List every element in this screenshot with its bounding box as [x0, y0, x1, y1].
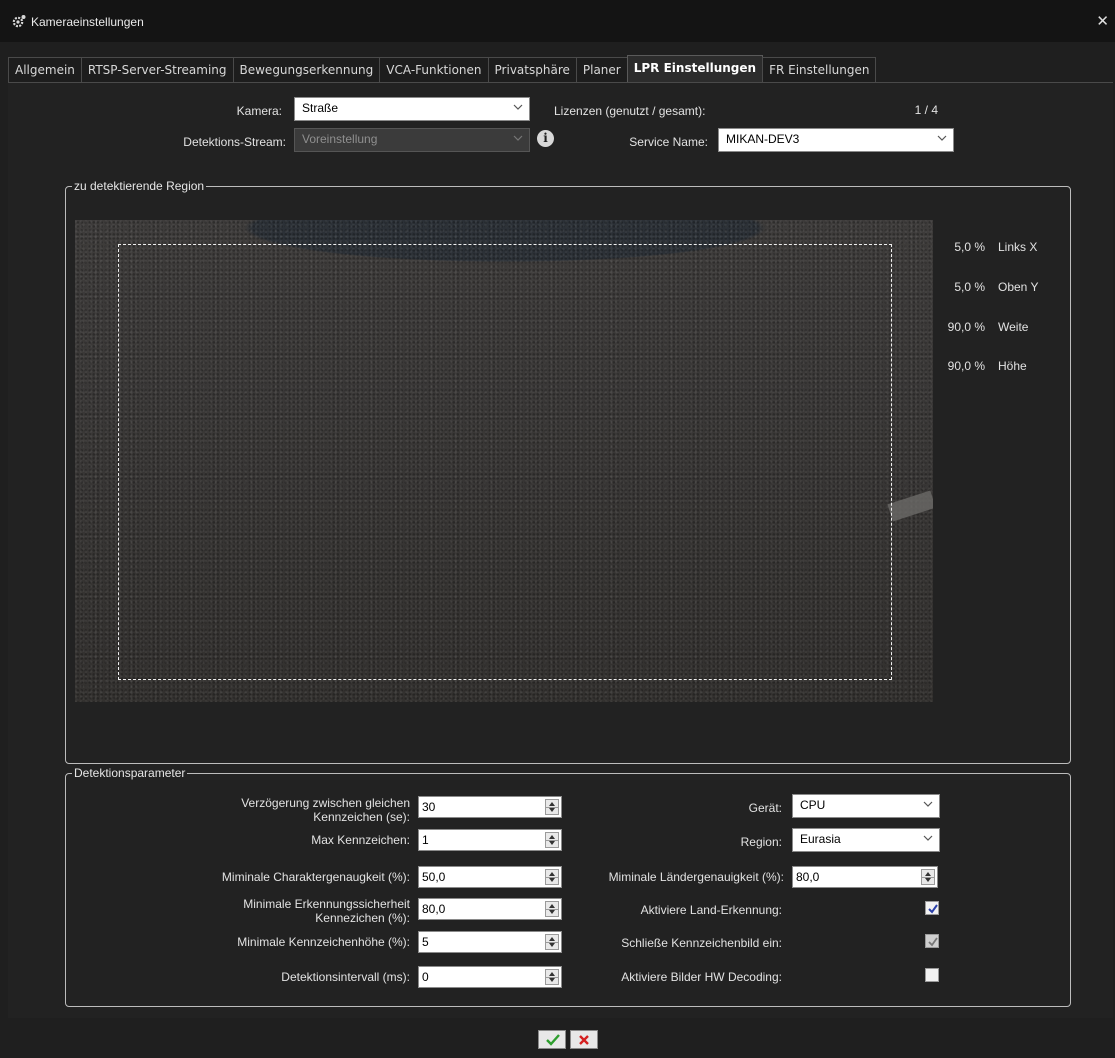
- roi-height-value: 90,0 %: [947, 359, 985, 373]
- camera-select[interactable]: Straße: [294, 97, 530, 121]
- title-bar: Kameraeinstellungen ✕: [0, 0, 1115, 42]
- max-plates-label: Max Kennzeichen:: [311, 833, 410, 847]
- spin-arrows-icon[interactable]: [545, 969, 559, 985]
- chevron-down-icon: [923, 833, 933, 843]
- include-plate-image-checkbox: [925, 934, 939, 948]
- tab-lpr-einstellungen[interactable]: LPR Einstellungen: [626, 55, 764, 83]
- spin-arrows-icon[interactable]: [545, 934, 559, 950]
- service-name-select[interactable]: MIKAN-DEV3: [718, 128, 954, 152]
- delay-label: Verzögerung zwischen gleichen Kennzeichen…: [241, 796, 410, 824]
- detection-stream-label: Detektions-Stream:: [183, 135, 286, 149]
- enable-hw-decoding-label: Aktiviere Bilder HW Decoding:: [621, 970, 782, 984]
- roi-top-y-label: Oben Y: [998, 280, 1039, 294]
- detection-interval-label: Detektionsintervall (ms):: [281, 970, 410, 984]
- chevron-down-icon: [513, 102, 523, 112]
- spin-arrows-icon[interactable]: [545, 869, 559, 885]
- gear-camera-icon: [12, 14, 26, 28]
- detection-interval-spinbox[interactable]: 0: [418, 966, 562, 988]
- chevron-down-icon: [937, 133, 947, 143]
- min-char-accuracy-spinbox[interactable]: 50,0: [418, 866, 562, 888]
- delay-value: 30: [422, 800, 436, 814]
- chevron-down-icon: [923, 799, 933, 809]
- detection-params-group-title: Detektionsparameter: [72, 766, 188, 780]
- device-select[interactable]: CPU: [792, 794, 940, 818]
- roi-width-value: 90,0 %: [947, 320, 985, 334]
- chevron-down-icon: [513, 133, 523, 143]
- check-icon: [546, 1034, 560, 1046]
- min-country-accuracy-spinbox[interactable]: 80,0: [792, 866, 938, 888]
- licenses-value: 1 / 4: [914, 103, 938, 117]
- cancel-button[interactable]: [570, 1030, 598, 1049]
- min-plate-height-value: 5: [422, 935, 429, 949]
- min-country-accuracy-value: 80,0: [796, 870, 820, 884]
- region-group-title: zu detektierende Region: [72, 179, 207, 193]
- info-icon[interactable]: i: [537, 130, 554, 147]
- min-plate-height-label: Minimale Kennzeichenhöhe (%):: [237, 935, 410, 949]
- detection-stream-value: Voreinstellung: [302, 132, 378, 146]
- ok-button[interactable]: [538, 1030, 566, 1049]
- min-plate-height-spinbox[interactable]: 5: [418, 931, 562, 953]
- enable-country-detection-checkbox[interactable]: [925, 901, 939, 915]
- tab-privatsphaere[interactable]: Privatsphäre: [487, 57, 577, 83]
- detection-region-rectangle[interactable]: [118, 244, 892, 680]
- max-plates-value: 1: [422, 833, 429, 847]
- region-label: Region:: [740, 835, 782, 849]
- min-confidence-value: 80,0: [422, 902, 446, 916]
- spin-arrows-icon[interactable]: [545, 901, 559, 917]
- device-value: CPU: [800, 798, 826, 812]
- camera-label: Kamera:: [236, 104, 282, 118]
- delay-spinbox[interactable]: 30: [418, 796, 562, 818]
- spin-arrows-icon[interactable]: [545, 799, 559, 815]
- spin-arrows-icon[interactable]: [545, 832, 559, 848]
- tab-bar: Allgemein RTSP-Server-Streaming Bewegung…: [8, 55, 877, 83]
- window-title: Kameraeinstellungen: [31, 15, 144, 29]
- device-label: Gerät:: [748, 801, 782, 815]
- tab-vca-funktionen[interactable]: VCA-Funktionen: [379, 57, 489, 83]
- licenses-label: Lizenzen (genutzt / gesamt):: [554, 104, 706, 118]
- roi-left-x-label: Links X: [998, 240, 1038, 254]
- min-country-accuracy-label: Miminale Ländergenauigkeit (%):: [608, 870, 784, 884]
- region-select[interactable]: Eurasia: [792, 828, 940, 852]
- min-char-accuracy-label: Miminale Charaktergenaugkeit (%):: [221, 870, 410, 884]
- roi-top-y-value: 5,0 %: [954, 280, 985, 294]
- service-name-label: Service Name:: [629, 135, 708, 149]
- service-name-value: MIKAN-DEV3: [726, 132, 800, 146]
- roi-width-label: Weite: [998, 320, 1029, 334]
- tab-planer[interactable]: Planer: [575, 57, 628, 83]
- tab-fr-einstellungen[interactable]: FR Einstellungen: [762, 57, 877, 83]
- enable-country-detection-label: Aktiviere Land-Erkennung:: [640, 903, 782, 917]
- min-confidence-label: Minimale Erkennungssicherheit Kennezichen…: [243, 897, 410, 925]
- detection-stream-select: Voreinstellung: [294, 128, 530, 152]
- spin-arrows-icon[interactable]: [921, 869, 935, 885]
- min-confidence-spinbox[interactable]: 80,0: [418, 898, 562, 920]
- close-icon[interactable]: ✕: [1096, 12, 1109, 30]
- tab-allgemein[interactable]: Allgemein: [8, 57, 82, 83]
- tab-rtsp-server-streaming[interactable]: RTSP-Server-Streaming: [80, 57, 234, 83]
- roi-left-x-value: 5,0 %: [954, 240, 985, 254]
- region-value: Eurasia: [800, 832, 841, 846]
- tab-bewegungserkennung[interactable]: Bewegungserkennung: [232, 57, 381, 83]
- detection-interval-value: 0: [422, 970, 429, 984]
- min-char-accuracy-value: 50,0: [422, 870, 446, 884]
- enable-hw-decoding-checkbox[interactable]: [925, 968, 939, 982]
- max-plates-spinbox[interactable]: 1: [418, 829, 562, 851]
- include-plate-image-label: Schließe Kennzeichenbild ein:: [621, 936, 782, 950]
- x-icon: [579, 1035, 589, 1045]
- camera-select-value: Straße: [302, 101, 339, 115]
- roi-height-label: Höhe: [998, 359, 1027, 373]
